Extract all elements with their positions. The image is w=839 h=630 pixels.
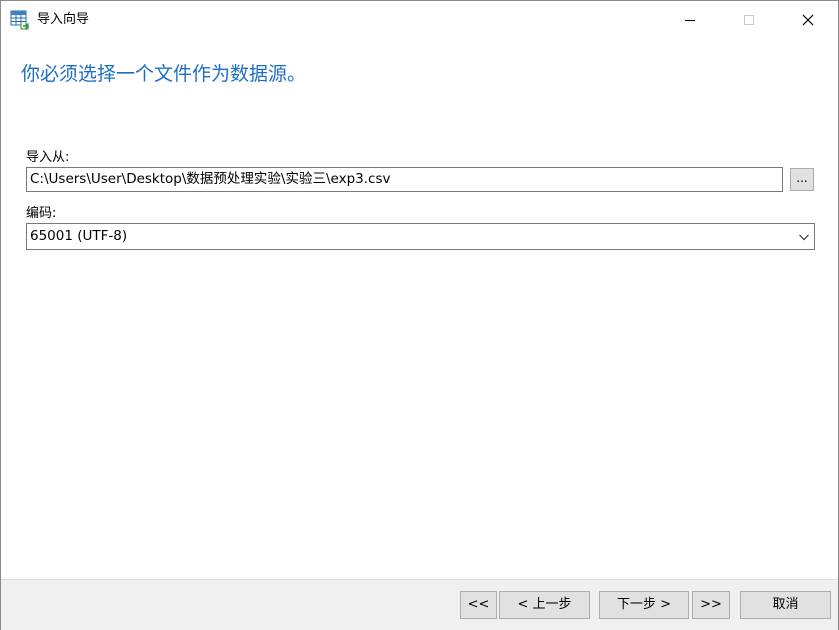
close-button[interactable]: [785, 1, 831, 39]
encoding-label: 编码:: [26, 206, 57, 221]
page-heading: 你必须选择一个文件作为数据源。: [21, 63, 307, 85]
import-from-label: 导入从:: [26, 150, 70, 165]
maximize-icon: [744, 15, 754, 25]
wizard-footer: << < 上一步 下一步 > >> 取消: [1, 579, 838, 630]
import-wizard-window: 导入向导 你必须选择一个文件作为数据源。 导入从: C:\Users\User\…: [0, 0, 839, 630]
encoding-select[interactable]: 65001 (UTF-8): [26, 223, 815, 250]
next-step-button[interactable]: 下一步 >: [599, 591, 689, 619]
last-step-button[interactable]: >>: [692, 591, 730, 619]
title-bar[interactable]: 导入向导: [1, 1, 838, 39]
window-title: 导入向导: [37, 12, 90, 27]
minimize-icon: [685, 20, 695, 21]
maximize-button[interactable]: [726, 1, 772, 39]
first-step-button[interactable]: <<: [460, 591, 497, 619]
minimize-button[interactable]: [667, 1, 713, 39]
browse-button[interactable]: ...: [790, 168, 814, 191]
close-icon: [802, 14, 814, 26]
table-import-icon: [10, 10, 30, 30]
cancel-button[interactable]: 取消: [740, 591, 831, 619]
previous-step-button[interactable]: < 上一步: [499, 591, 590, 619]
chevron-down-icon: [799, 234, 809, 241]
file-path-input[interactable]: C:\Users\User\Desktop\数据预处理实验\实验三\exp3.c…: [26, 167, 783, 192]
encoding-value: 65001 (UTF-8): [30, 228, 128, 244]
